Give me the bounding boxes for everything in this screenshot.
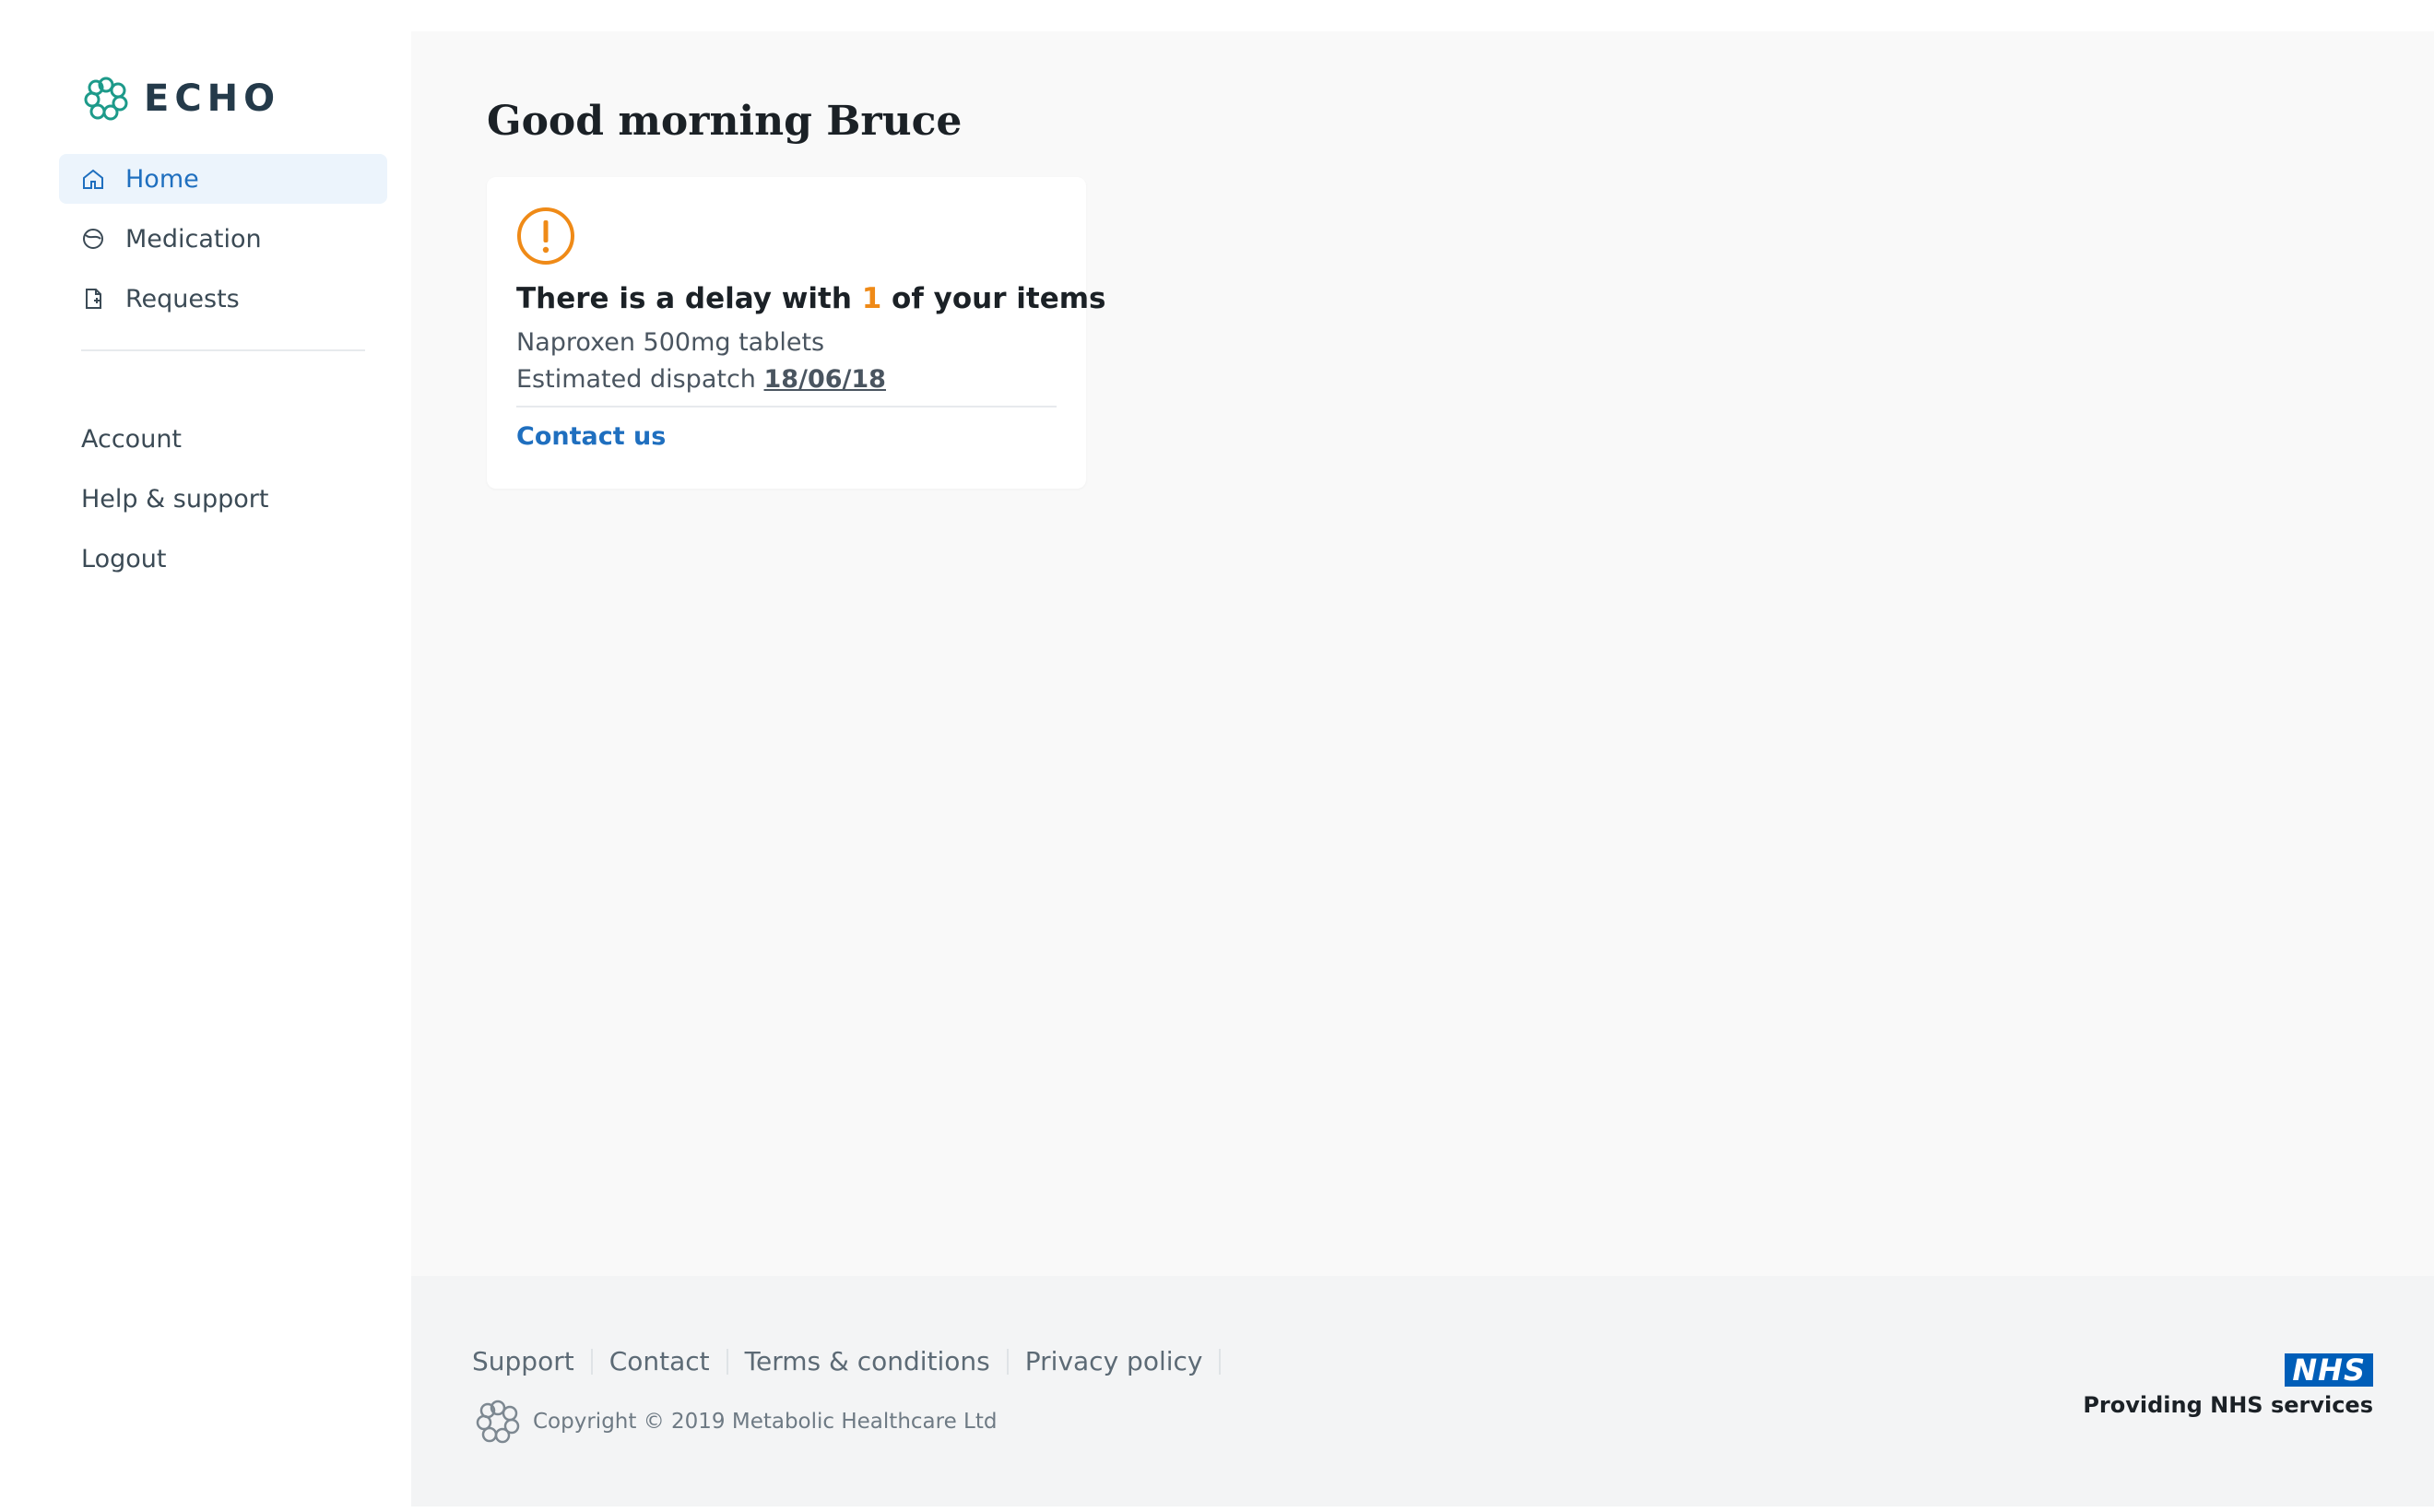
card-divider: [516, 406, 1057, 408]
delay-count: 1: [861, 282, 882, 315]
pill-icon: [81, 227, 105, 251]
primary-nav: Home Medication Requests: [59, 154, 387, 334]
delay-message-suffix: of your items: [881, 282, 1106, 315]
sidebar-item-home[interactable]: Home: [59, 154, 387, 204]
sidebar-item-label: Requests: [125, 284, 240, 313]
app-frame: ECHO Home Medication Requests Account He…: [0, 0, 2434, 1512]
brand-name: ECHO: [144, 77, 281, 120]
warning-icon: [516, 207, 575, 266]
delay-message: There is a delay with 1 of your items: [516, 282, 1106, 315]
footer-link-terms[interactable]: Terms & conditions: [745, 1346, 990, 1376]
sidebar-item-label: Home: [125, 164, 199, 194]
footer-separator: [590, 1348, 593, 1375]
dispatch-date: 18/06/18: [763, 365, 886, 394]
copyright: Copyright © 2019 Metabolic Healthcare Lt…: [472, 1396, 997, 1447]
sidebar-item-logout[interactable]: Logout: [81, 529, 268, 589]
document-icon: [81, 287, 105, 311]
sidebar-item-help-support[interactable]: Help & support: [81, 469, 268, 529]
main-content: Good morning Bruce There is a delay with…: [411, 31, 2434, 1276]
sidebar-item-label: Medication: [125, 224, 262, 254]
sidebar: ECHO Home Medication Requests Account He…: [0, 31, 411, 1506]
footer-separator: [726, 1348, 728, 1375]
footer-link-support[interactable]: Support: [472, 1346, 574, 1376]
dispatch-label: Estimated dispatch: [516, 365, 756, 394]
nhs-badge: NHS Providing NHS services: [2083, 1353, 2373, 1418]
copyright-text: Copyright © 2019 Metabolic Healthcare Lt…: [533, 1410, 998, 1434]
footer-link-privacy[interactable]: Privacy policy: [1025, 1346, 1203, 1376]
nhs-text: Providing NHS services: [2083, 1392, 2373, 1418]
footer-separator: [1006, 1348, 1009, 1375]
delay-alert-card: There is a delay with 1 of your items Na…: [487, 177, 1106, 489]
secondary-nav: Account Help & support Logout: [81, 409, 268, 589]
delay-message-prefix: There is a delay with: [516, 282, 862, 315]
footer-link-contact[interactable]: Contact: [609, 1346, 710, 1376]
sidebar-divider: [81, 349, 365, 351]
estimated-dispatch: Estimated dispatch 18/06/18: [516, 365, 886, 394]
nhs-logo: NHS: [2285, 1353, 2373, 1387]
echo-flower-icon: [84, 77, 128, 121]
echo-flower-icon: [476, 1400, 520, 1444]
footer-separator: [1219, 1348, 1222, 1375]
sidebar-item-medication[interactable]: Medication: [59, 214, 387, 264]
page-title: Good morning Bruce: [487, 98, 963, 145]
footer-links: Support Contact Terms & conditions Priva…: [472, 1346, 1237, 1376]
contact-us-link[interactable]: Contact us: [516, 422, 666, 451]
home-icon: [81, 167, 105, 191]
footer: Support Contact Terms & conditions Priva…: [411, 1276, 2434, 1506]
medication-name: Naproxen 500mg tablets: [516, 328, 825, 357]
brand-logo[interactable]: ECHO: [81, 74, 280, 124]
sidebar-item-account[interactable]: Account: [81, 409, 268, 469]
sidebar-item-requests[interactable]: Requests: [59, 274, 387, 324]
